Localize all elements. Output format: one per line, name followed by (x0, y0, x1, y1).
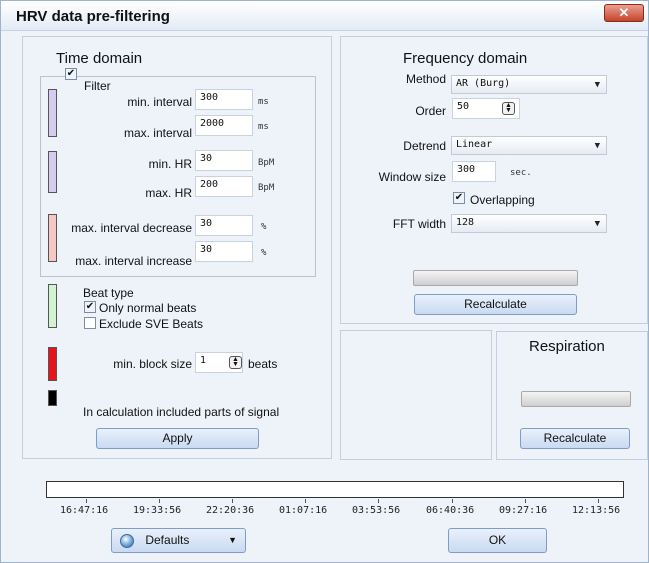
window-size-label: Window size (378, 170, 446, 184)
exclude-sve-beats-checkbox[interactable] (84, 317, 96, 329)
order-label: Order (415, 104, 446, 118)
respiration-title: Respiration (529, 338, 605, 355)
defaults-label: Defaults (145, 533, 190, 548)
max-interval-unit: ms (258, 122, 269, 132)
window-size-input[interactable]: 300 (452, 161, 496, 182)
only-normal-beats-label: Only normal beats (99, 301, 197, 315)
globe-icon (120, 533, 134, 548)
window-title: HRV data pre-filtering (16, 8, 170, 25)
filter-checkbox[interactable]: ✔ (65, 68, 77, 80)
footer-bar (12, 520, 648, 560)
defaults-button[interactable]: Defaults ▼ (111, 528, 246, 553)
fft-width-label: FFT width (392, 217, 446, 231)
min-hr-unit: BpM (258, 158, 275, 168)
timeline-labels: 16:47:16 19:33:56 22:20:36 01:07:16 03:5… (52, 505, 632, 519)
min-hr-label: min. HR (148, 157, 192, 171)
method-label: Method (405, 72, 446, 86)
overlapping-label: Overlapping (470, 193, 535, 207)
timeline-label: 22:20:36 (206, 505, 255, 516)
window-size-unit: sec. (510, 168, 532, 178)
max-interval-decrease-unit: % (261, 222, 267, 232)
interval-color-bar (48, 89, 57, 137)
max-hr-label: max. HR (145, 186, 192, 200)
timeline-label: 12:13:56 (572, 505, 621, 516)
max-interval-input[interactable]: 2000 (195, 115, 253, 136)
timeline-label: 19:33:56 (133, 505, 182, 516)
overlapping-checkbox[interactable]: ✔ (453, 192, 465, 204)
timeline-bar[interactable] (46, 481, 624, 498)
respiration-recalculate-button[interactable]: Recalculate (520, 428, 630, 449)
max-interval-increase-unit: % (261, 248, 267, 258)
min-block-size-stepper[interactable]: ▲ ▼ (229, 356, 242, 369)
included-parts-label: In calculation included parts of signal (83, 405, 280, 419)
chevron-down-icon: ▼ (594, 141, 600, 151)
min-interval-unit: ms (258, 97, 269, 107)
beat-type-color-bar (48, 284, 57, 328)
hr-color-bar (48, 151, 57, 193)
max-hr-input[interactable]: 200 (195, 176, 253, 197)
ok-button[interactable]: OK (448, 528, 547, 553)
timeline-label: 03:53:56 (352, 505, 401, 516)
max-interval-decrease-input[interactable]: 30 (195, 215, 253, 236)
apply-button[interactable]: Apply (96, 428, 259, 449)
timeline-label: 09:27:16 (499, 505, 548, 516)
method-value: AR (Burg) (456, 78, 511, 89)
interval-change-color-bar (48, 214, 57, 262)
detrend-select[interactable]: Linear ▼ (451, 136, 607, 155)
beat-type-label: Beat type (83, 286, 134, 300)
detrend-label: Detrend (403, 139, 446, 153)
frequency-progress-bar (413, 270, 578, 286)
included-parts-color-bar (48, 390, 57, 406)
timeline-label: 16:47:16 (60, 505, 109, 516)
fft-width-value: 128 (456, 217, 475, 228)
chevron-down-icon: ▼ (594, 80, 600, 90)
block-size-color-bar (48, 347, 57, 381)
close-button[interactable]: ✕ (604, 4, 644, 22)
max-hr-unit: BpM (258, 183, 275, 193)
order-stepper[interactable]: ▲ ▼ (502, 102, 515, 115)
exclude-sve-beats-label: Exclude SVE Beats (99, 317, 204, 331)
method-select[interactable]: AR (Burg) ▼ (451, 75, 607, 94)
timeline-label: 01:07:16 (279, 505, 328, 516)
min-block-size-label: min. block size (113, 357, 192, 371)
caret-down-icon: ▼ (228, 535, 237, 545)
title-bar: HRV data pre-filtering ✕ (1, 1, 648, 31)
max-interval-label: max. interval (123, 126, 192, 140)
preview-panel (340, 330, 492, 460)
min-interval-input[interactable]: 300 (195, 89, 253, 110)
max-interval-increase-label: max. interval increase (75, 254, 192, 268)
frequency-recalculate-button[interactable]: Recalculate (414, 294, 577, 315)
min-interval-label: min. interval (127, 95, 192, 109)
only-normal-beats-checkbox[interactable]: ✔ (84, 301, 96, 313)
time-domain-title: Time domain (56, 50, 143, 67)
fft-width-select[interactable]: 128 ▼ (451, 214, 607, 233)
chevron-down-icon: ▼ (594, 219, 600, 229)
max-interval-decrease-label: max. interval decrease (71, 221, 192, 235)
min-block-size-unit: beats (248, 357, 278, 371)
respiration-progress-bar (521, 391, 631, 407)
min-hr-input[interactable]: 30 (195, 150, 253, 171)
detrend-value: Linear (456, 139, 493, 150)
frequency-domain-title: Frequency domain (403, 50, 528, 67)
max-interval-increase-input[interactable]: 30 (195, 241, 253, 262)
timeline-label: 06:40:36 (426, 505, 475, 516)
filter-label: Filter (84, 79, 111, 93)
